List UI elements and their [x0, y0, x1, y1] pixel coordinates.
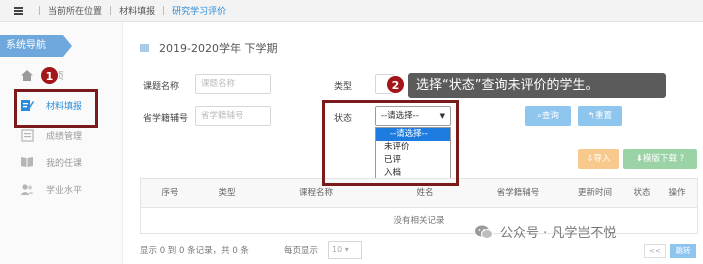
student-id-input[interactable]: 省学籍辅号: [195, 106, 271, 126]
undo-icon: ↰: [587, 111, 596, 121]
per-page-label: 每页显示: [284, 246, 319, 256]
breadcrumb-separator: |: [109, 5, 113, 16]
help-icon: ?: [676, 154, 685, 164]
users-icon: [20, 182, 34, 196]
highlight-box-material-entry: [14, 89, 98, 128]
per-page-select[interactable]: 10 ▾: [328, 241, 362, 259]
course-name-label: 课题名称: [143, 82, 180, 92]
step-badge: 2: [386, 75, 405, 94]
term-title: 2019-2020学年 下学期: [140, 40, 277, 56]
sidebar-item-label: 成绩管理: [46, 131, 83, 142]
course-name-input[interactable]: 课题名称: [195, 74, 271, 94]
sidebar-item-home[interactable]: 首页: [0, 62, 123, 88]
sidebar-item-my-courses[interactable]: 我的任课: [0, 149, 123, 175]
sidebar: 系统导航 首页 材料填报 成绩管理 我的任课: [0, 22, 123, 264]
instruction-callout: 选择“状态”查询未评价的学生。: [408, 73, 666, 98]
import-button[interactable]: ⇩导入: [578, 149, 619, 169]
book-icon: [20, 155, 34, 169]
term-title-text: 2019-2020学年 下学期: [159, 42, 278, 55]
breadcrumb-separator: |: [38, 5, 42, 16]
breadcrumb-current: 研究学习评价: [172, 7, 227, 17]
watermark: 公众号 · 凡学岂不悦: [474, 222, 616, 241]
template-download-label: 模版下载: [642, 154, 677, 164]
wechat-icon: [474, 224, 494, 240]
term-title-marker: [140, 44, 149, 52]
sidebar-title: 系统导航: [0, 35, 72, 57]
download-icon: ⬇: [635, 154, 643, 164]
reset-button[interactable]: ↰重置: [578, 106, 622, 126]
column-header: 序号: [161, 188, 179, 198]
search-button[interactable]: ⌕查询: [525, 106, 571, 126]
type-label: 类型: [334, 82, 353, 92]
column-header: 省学籍辅号: [496, 188, 540, 198]
import-icon: ⇩: [586, 154, 594, 164]
search-button-label: 查询: [541, 111, 559, 121]
column-header: 状态: [633, 188, 651, 198]
prev-page-button[interactable]: <<: [644, 244, 666, 258]
import-button-label: 导入: [593, 154, 611, 164]
reset-button-label: 重置: [595, 111, 613, 121]
breadcrumb-separator: |: [162, 5, 166, 16]
breadcrumb-bar: | 当前所在位置 | 材料填报 | 研究学习评价: [0, 0, 703, 22]
grades-icon: [20, 128, 34, 142]
sidebar-item-label: 我的任课: [46, 158, 83, 169]
sidebar-item-label: 学业水平: [46, 185, 83, 196]
sidebar-item-academic-level[interactable]: 学业水平: [0, 176, 123, 202]
breadcrumb-location: 当前所在位置: [48, 7, 103, 17]
per-page-value: 10: [332, 245, 343, 254]
home-icon: [20, 68, 34, 82]
template-download-button[interactable]: ⬇模版下载 ?: [623, 149, 697, 169]
highlight-box-status: [322, 100, 459, 186]
column-header: 类型: [218, 188, 236, 198]
column-header: 操作: [668, 188, 686, 198]
menu-icon[interactable]: [14, 6, 23, 15]
step-badge: 1: [40, 66, 59, 85]
student-id-label: 省学籍辅号: [143, 114, 189, 124]
page: | 当前所在位置 | 材料填报 | 研究学习评价 系统导航 首页 材料填报 成绩…: [0, 0, 703, 264]
watermark-text: 公众号 · 凡学岂不悦: [500, 226, 617, 241]
breadcrumb-material-entry[interactable]: 材料填报: [119, 4, 155, 17]
jump-button[interactable]: 跳转: [670, 244, 696, 258]
column-header: 更新时间: [577, 188, 612, 198]
pagination-summary: 显示 0 到 0 条记录，共 0 条: [140, 246, 249, 256]
